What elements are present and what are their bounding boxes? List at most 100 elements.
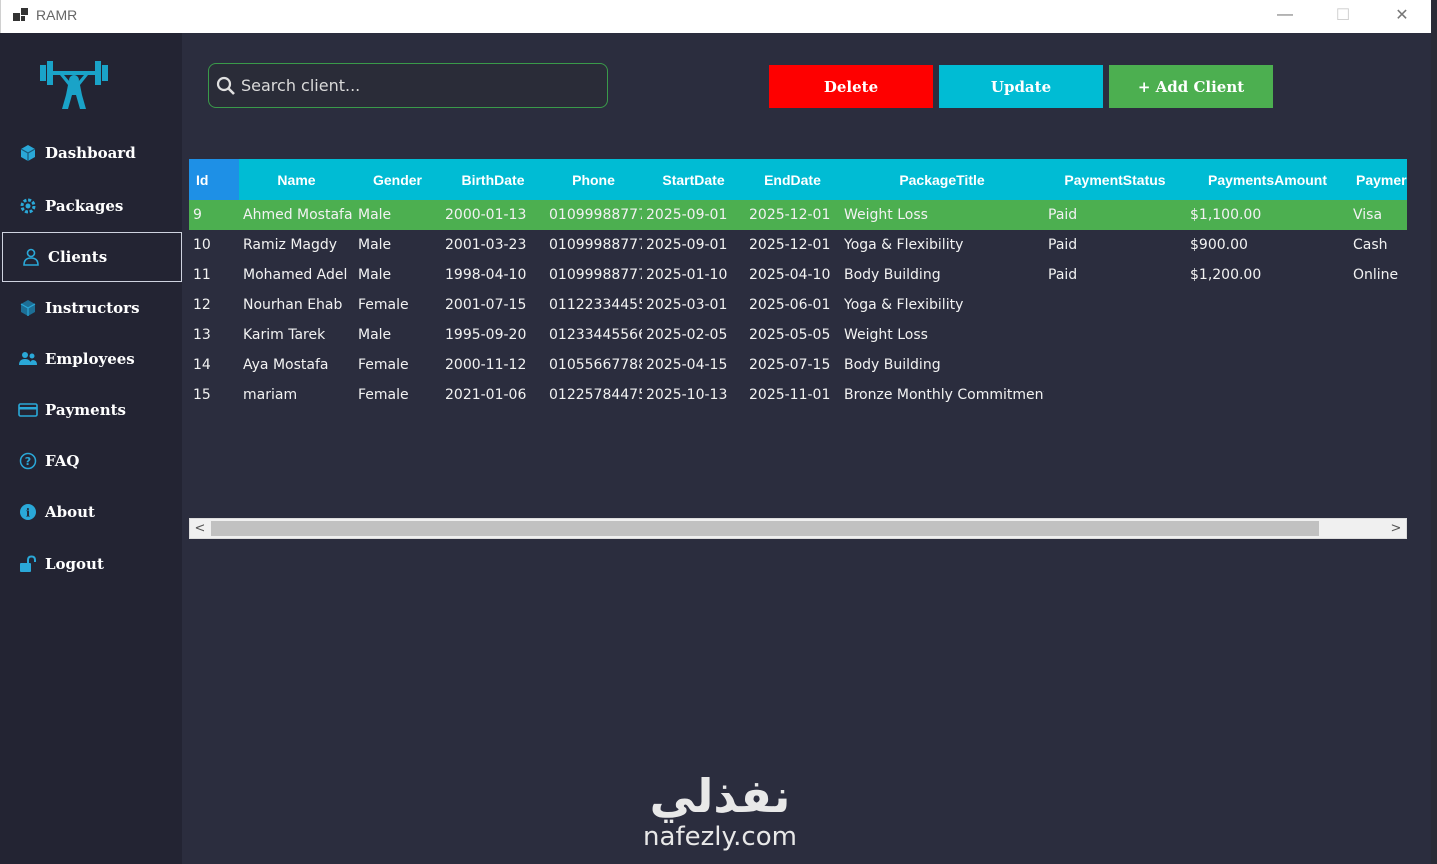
cell-gender: Male (358, 237, 392, 253)
table-row[interactable]: 13 Karim Tarek Male 1995-09-20 012334455… (189, 320, 1407, 350)
clients-table[interactable]: Id Name Gender BirthDate Phone StartDate… (189, 159, 1407, 518)
cell-paymentmethod (1349, 350, 1407, 380)
cell-paymentstatus: Paid (1048, 237, 1078, 253)
cell-birthdate: 1995-09-20 (445, 327, 527, 343)
cell-birthdate: 1998-04-10 (445, 267, 527, 283)
cell-name: Ramiz Magdy (243, 237, 338, 253)
cell-id: 9 (189, 200, 239, 230)
cell-id: 12 (193, 297, 211, 313)
table-row[interactable]: 9 Ahmed Mostafa Male 2000-01-13 01099988… (189, 200, 1407, 230)
cell-paymentsamount (1186, 320, 1349, 350)
cell-enddate: 2025-12-01 (749, 237, 831, 253)
cell-gender: Female (358, 357, 409, 373)
cell-startdate: 2025-01-10 (646, 267, 728, 283)
scroll-right-button[interactable]: > (1386, 519, 1406, 538)
horizontal-scrollbar[interactable]: < > (189, 518, 1407, 539)
cell-paymentstatus (1044, 290, 1186, 320)
column-header-enddate[interactable]: EndDate (745, 159, 840, 200)
column-header-startdate[interactable]: StartDate (642, 159, 745, 200)
delete-button[interactable]: Delete (769, 65, 933, 108)
sidebar-item-label: Employees (45, 350, 135, 368)
sidebar-item-label: Payments (45, 401, 127, 419)
sidebar-item-label: Dashboard (45, 144, 136, 162)
cell-paymentsamount (1186, 290, 1349, 320)
cell-phone: 01099988777 (545, 200, 642, 230)
cell-gender: Male (354, 200, 441, 230)
scroll-thumb[interactable] (211, 521, 1319, 536)
watermark-latin: nafezly.com (643, 822, 797, 852)
cell-birthdate: 2021-01-06 (445, 387, 527, 403)
scroll-left-button[interactable]: < (190, 519, 210, 538)
cell-startdate: 2025-10-13 (646, 387, 728, 403)
cell-phone: 01099988777 (549, 237, 642, 253)
sidebar-item-employees[interactable]: Employees (0, 334, 182, 384)
search-box[interactable] (208, 63, 608, 108)
column-header-phone[interactable]: Phone (545, 159, 642, 200)
column-header-paymentstatus[interactable]: PaymentStatus (1044, 159, 1186, 200)
cell-id: 14 (193, 357, 211, 373)
search-input[interactable] (241, 76, 581, 95)
sidebar-item-dashboard[interactable]: Dashboard (0, 128, 182, 178)
sidebar-item-payments[interactable]: Payments (0, 385, 182, 435)
cell-enddate: 2025-06-01 (749, 297, 831, 313)
cell-paymentsamount: $1,100.00 (1186, 200, 1349, 230)
add-client-button[interactable]: + Add Client (1109, 65, 1273, 108)
update-button[interactable]: Update (939, 65, 1103, 108)
cell-phone: 01225784475 (549, 387, 642, 403)
svg-text:?: ? (25, 455, 31, 468)
sidebar-item-about[interactable]: i About (0, 487, 182, 537)
window-edge (1431, 0, 1437, 864)
cell-paymentmethod (1349, 290, 1407, 320)
svg-text:i: i (26, 507, 30, 520)
sidebar-item-label: Instructors (45, 299, 140, 317)
table-row[interactable]: 15 mariam Female 2021-01-06 01225784475 … (189, 380, 1407, 410)
table-header-row: Id Name Gender BirthDate Phone StartDate… (189, 159, 1407, 200)
watermark-arabic: نفذلي (649, 769, 791, 823)
search-icon (216, 76, 235, 95)
gym-logo (40, 61, 108, 109)
column-header-paymentmethod[interactable]: Paymer (1349, 159, 1407, 200)
cell-gender: Male (358, 327, 392, 343)
column-header-id[interactable]: Id (189, 159, 239, 200)
maximize-button[interactable]: ☐ (1314, 0, 1372, 30)
cell-startdate: 2025-09-01 (646, 237, 728, 253)
column-header-gender[interactable]: Gender (354, 159, 441, 200)
column-header-name[interactable]: Name (239, 159, 354, 200)
sidebar-item-logout[interactable]: Logout (0, 539, 182, 589)
cell-birthdate: 2000-01-13 (441, 200, 545, 230)
table-row[interactable]: 11 Mohamed Adel Male 1998-04-10 01099988… (189, 260, 1407, 290)
cell-packagetitle: Yoga & Flexibility (844, 237, 964, 253)
cell-startdate: 2025-09-01 (642, 200, 745, 230)
minimize-button[interactable]: — (1256, 0, 1314, 30)
table-row[interactable]: 12 Nourhan Ehab Female 2001-07-15 011223… (189, 290, 1407, 320)
cell-name: Nourhan Ehab (243, 297, 343, 313)
column-header-packagetitle[interactable]: PackageTitle (840, 159, 1044, 200)
cell-paymentstatus: Paid (1048, 267, 1078, 283)
column-header-paymentsamount[interactable]: PaymentsAmount (1186, 159, 1349, 200)
cell-enddate: 2025-05-05 (749, 327, 831, 343)
sidebar-item-instructors[interactable]: Instructors (0, 283, 182, 333)
cell-packagetitle: Yoga & Flexibility (844, 297, 964, 313)
cell-paymentstatus (1044, 380, 1186, 410)
sidebar-item-packages[interactable]: Packages (0, 181, 182, 231)
app-icon (13, 8, 28, 21)
cell-phone: 01233445566 (549, 327, 642, 343)
cell-birthdate: 2001-07-15 (445, 297, 527, 313)
cell-id: 10 (193, 237, 211, 253)
column-header-birthdate[interactable]: BirthDate (441, 159, 545, 200)
cell-gender: Male (358, 267, 392, 283)
sidebar-item-faq[interactable]: ? FAQ (0, 436, 182, 486)
table-row[interactable]: 10 Ramiz Magdy Male 2001-03-23 010999887… (189, 230, 1407, 260)
close-button[interactable]: ✕ (1373, 0, 1431, 30)
cell-id: 13 (193, 327, 211, 343)
sidebar-item-clients[interactable]: Clients (2, 232, 182, 282)
cube-icon (18, 143, 38, 163)
cell-enddate: 2025-07-15 (749, 357, 831, 373)
cell-packagetitle: Weight Loss (840, 200, 1044, 230)
table-row[interactable]: 14 Aya Mostafa Female 2000-11-12 0105566… (189, 350, 1407, 380)
sidebar: Dashboard Packages Clients Instructors E… (0, 33, 182, 864)
users-icon (18, 349, 38, 369)
sidebar-item-label: Clients (48, 248, 108, 266)
cell-gender: Female (358, 387, 409, 403)
window-title: RAMR (36, 7, 78, 23)
